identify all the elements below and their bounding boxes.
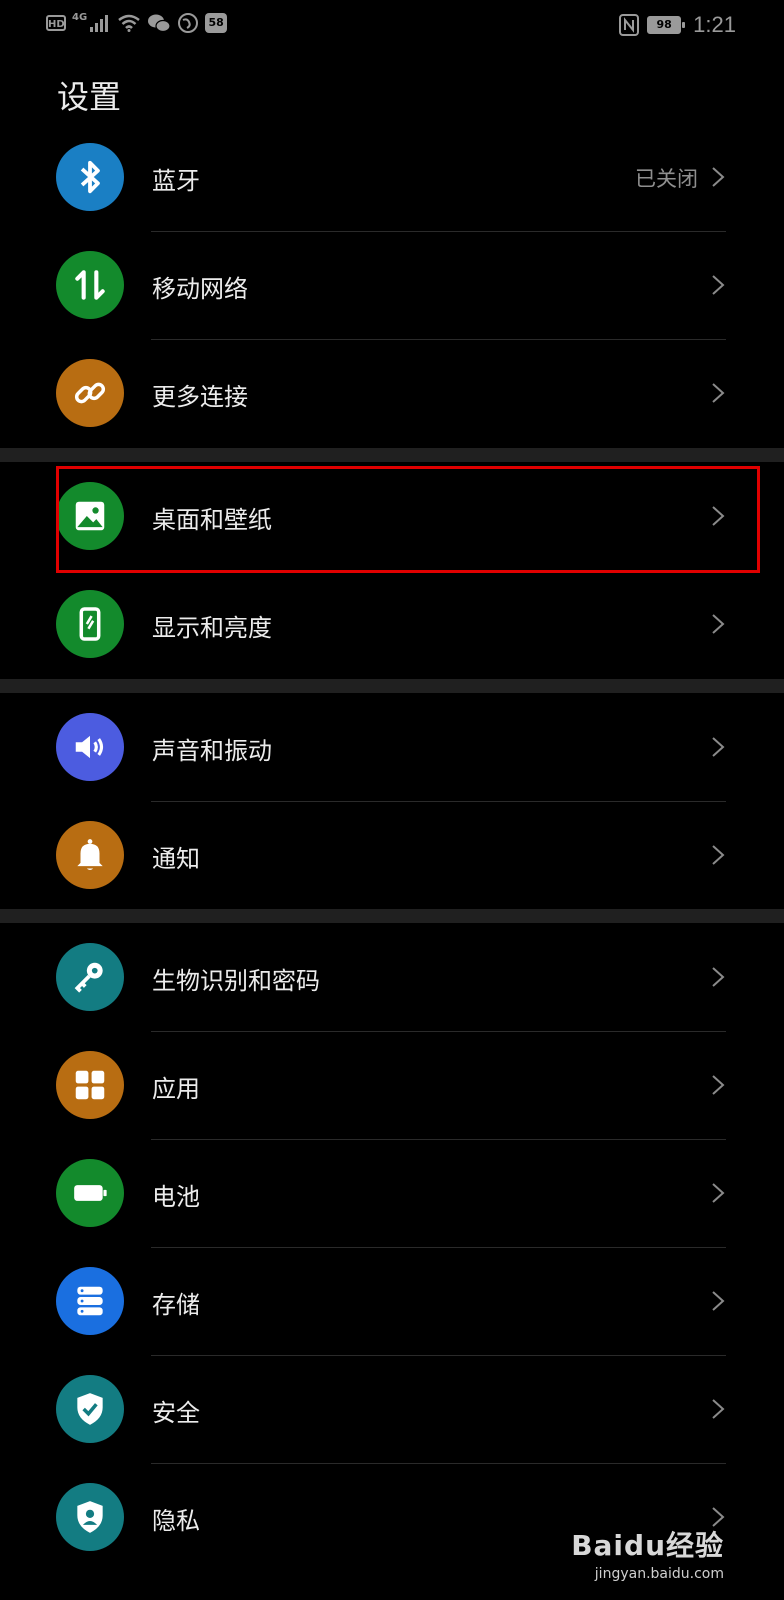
row-more-connections[interactable]: 更多连接: [0, 339, 784, 447]
chevron-right-icon: [712, 167, 725, 187]
watermark-url: jingyan.baidu.com: [594, 1566, 724, 1582]
row-label: 声音和振动: [152, 737, 272, 765]
row-security[interactable]: 安全: [0, 1355, 784, 1463]
group-divider: [0, 909, 784, 923]
chevron-right-icon: [712, 506, 725, 526]
row-label: 通知: [152, 845, 200, 873]
wifi-icon: [118, 14, 140, 32]
app-notification-icon: 58: [205, 13, 228, 33]
chevron-right-icon: [712, 383, 725, 403]
row-notifications[interactable]: 通知: [0, 801, 784, 909]
chevron-right-icon: [712, 967, 725, 987]
row-biometrics-password[interactable]: 生物识别和密码: [0, 923, 784, 1031]
phone-brightness-icon: [56, 590, 124, 658]
watermark-brand: Baidu经验: [571, 1529, 724, 1562]
status-left: HD 4G 58: [46, 11, 228, 34]
apps-grid-icon: [56, 1051, 124, 1119]
row-label: 电池: [152, 1183, 200, 1211]
row-battery[interactable]: 电池: [0, 1139, 784, 1247]
chevron-right-icon: [712, 275, 725, 295]
status-right: 98 1:21: [619, 12, 736, 38]
row-label: 显示和亮度: [152, 614, 272, 642]
page-title: 设置: [57, 78, 122, 116]
mobile-data-icon: [56, 251, 124, 319]
nfc-icon: [619, 14, 640, 36]
row-apps[interactable]: 应用: [0, 1031, 784, 1139]
chevron-right-icon: [712, 737, 725, 757]
network-type-label: 4G: [72, 11, 88, 23]
chevron-right-icon: [712, 1183, 725, 1203]
key-icon: [56, 943, 124, 1011]
baidu-watermark: Baidu经验 jingyan.baidu.com: [571, 1524, 724, 1582]
shield-check-icon: [56, 1375, 124, 1443]
row-display-brightness[interactable]: 显示和亮度: [0, 570, 784, 678]
row-label: 安全: [152, 1399, 200, 1427]
link-icon: [56, 359, 124, 427]
row-label: 隐私: [152, 1507, 200, 1535]
chevron-right-icon: [712, 845, 725, 865]
bluetooth-icon: [56, 143, 124, 211]
group-divider: [0, 448, 784, 462]
status-bar: HD 4G 58 98 1:21: [0, 0, 784, 48]
battery-icon: [56, 1159, 124, 1227]
signal-icon: [90, 15, 109, 32]
chevron-right-icon: [712, 1075, 725, 1095]
speaker-icon: [56, 713, 124, 781]
bluetooth-status: 已关闭: [635, 167, 698, 191]
row-bluetooth[interactable]: 蓝牙 已关闭: [0, 123, 784, 231]
storage-icon: [56, 1267, 124, 1335]
row-label: 桌面和壁纸: [152, 506, 272, 534]
row-label: 蓝牙: [152, 167, 200, 195]
group-divider: [0, 679, 784, 693]
row-mobile-network[interactable]: 移动网络: [0, 231, 784, 339]
row-label: 应用: [152, 1075, 200, 1103]
image-icon: [56, 482, 124, 550]
row-label: 存储: [152, 1291, 200, 1319]
row-label: 更多连接: [152, 383, 248, 411]
privacy-shield-icon: [56, 1483, 124, 1551]
bell-icon: [56, 821, 124, 889]
chevron-right-icon: [712, 1291, 725, 1311]
battery-status-icon: 98: [647, 16, 686, 34]
vpn-globe-icon: [178, 13, 199, 33]
row-sound-vibration[interactable]: 声音和振动: [0, 693, 784, 801]
row-home-wallpaper[interactable]: 桌面和壁纸: [0, 462, 784, 570]
wechat-icon: [148, 14, 171, 33]
chevron-right-icon: [712, 1399, 725, 1419]
row-label: 移动网络: [152, 275, 248, 303]
chevron-right-icon: [712, 614, 725, 634]
hd-icon: HD: [46, 15, 66, 31]
row-label: 生物识别和密码: [152, 967, 320, 995]
battery-level: 98: [649, 18, 680, 32]
row-storage[interactable]: 存储: [0, 1247, 784, 1355]
clock: 1:21: [693, 12, 736, 37]
